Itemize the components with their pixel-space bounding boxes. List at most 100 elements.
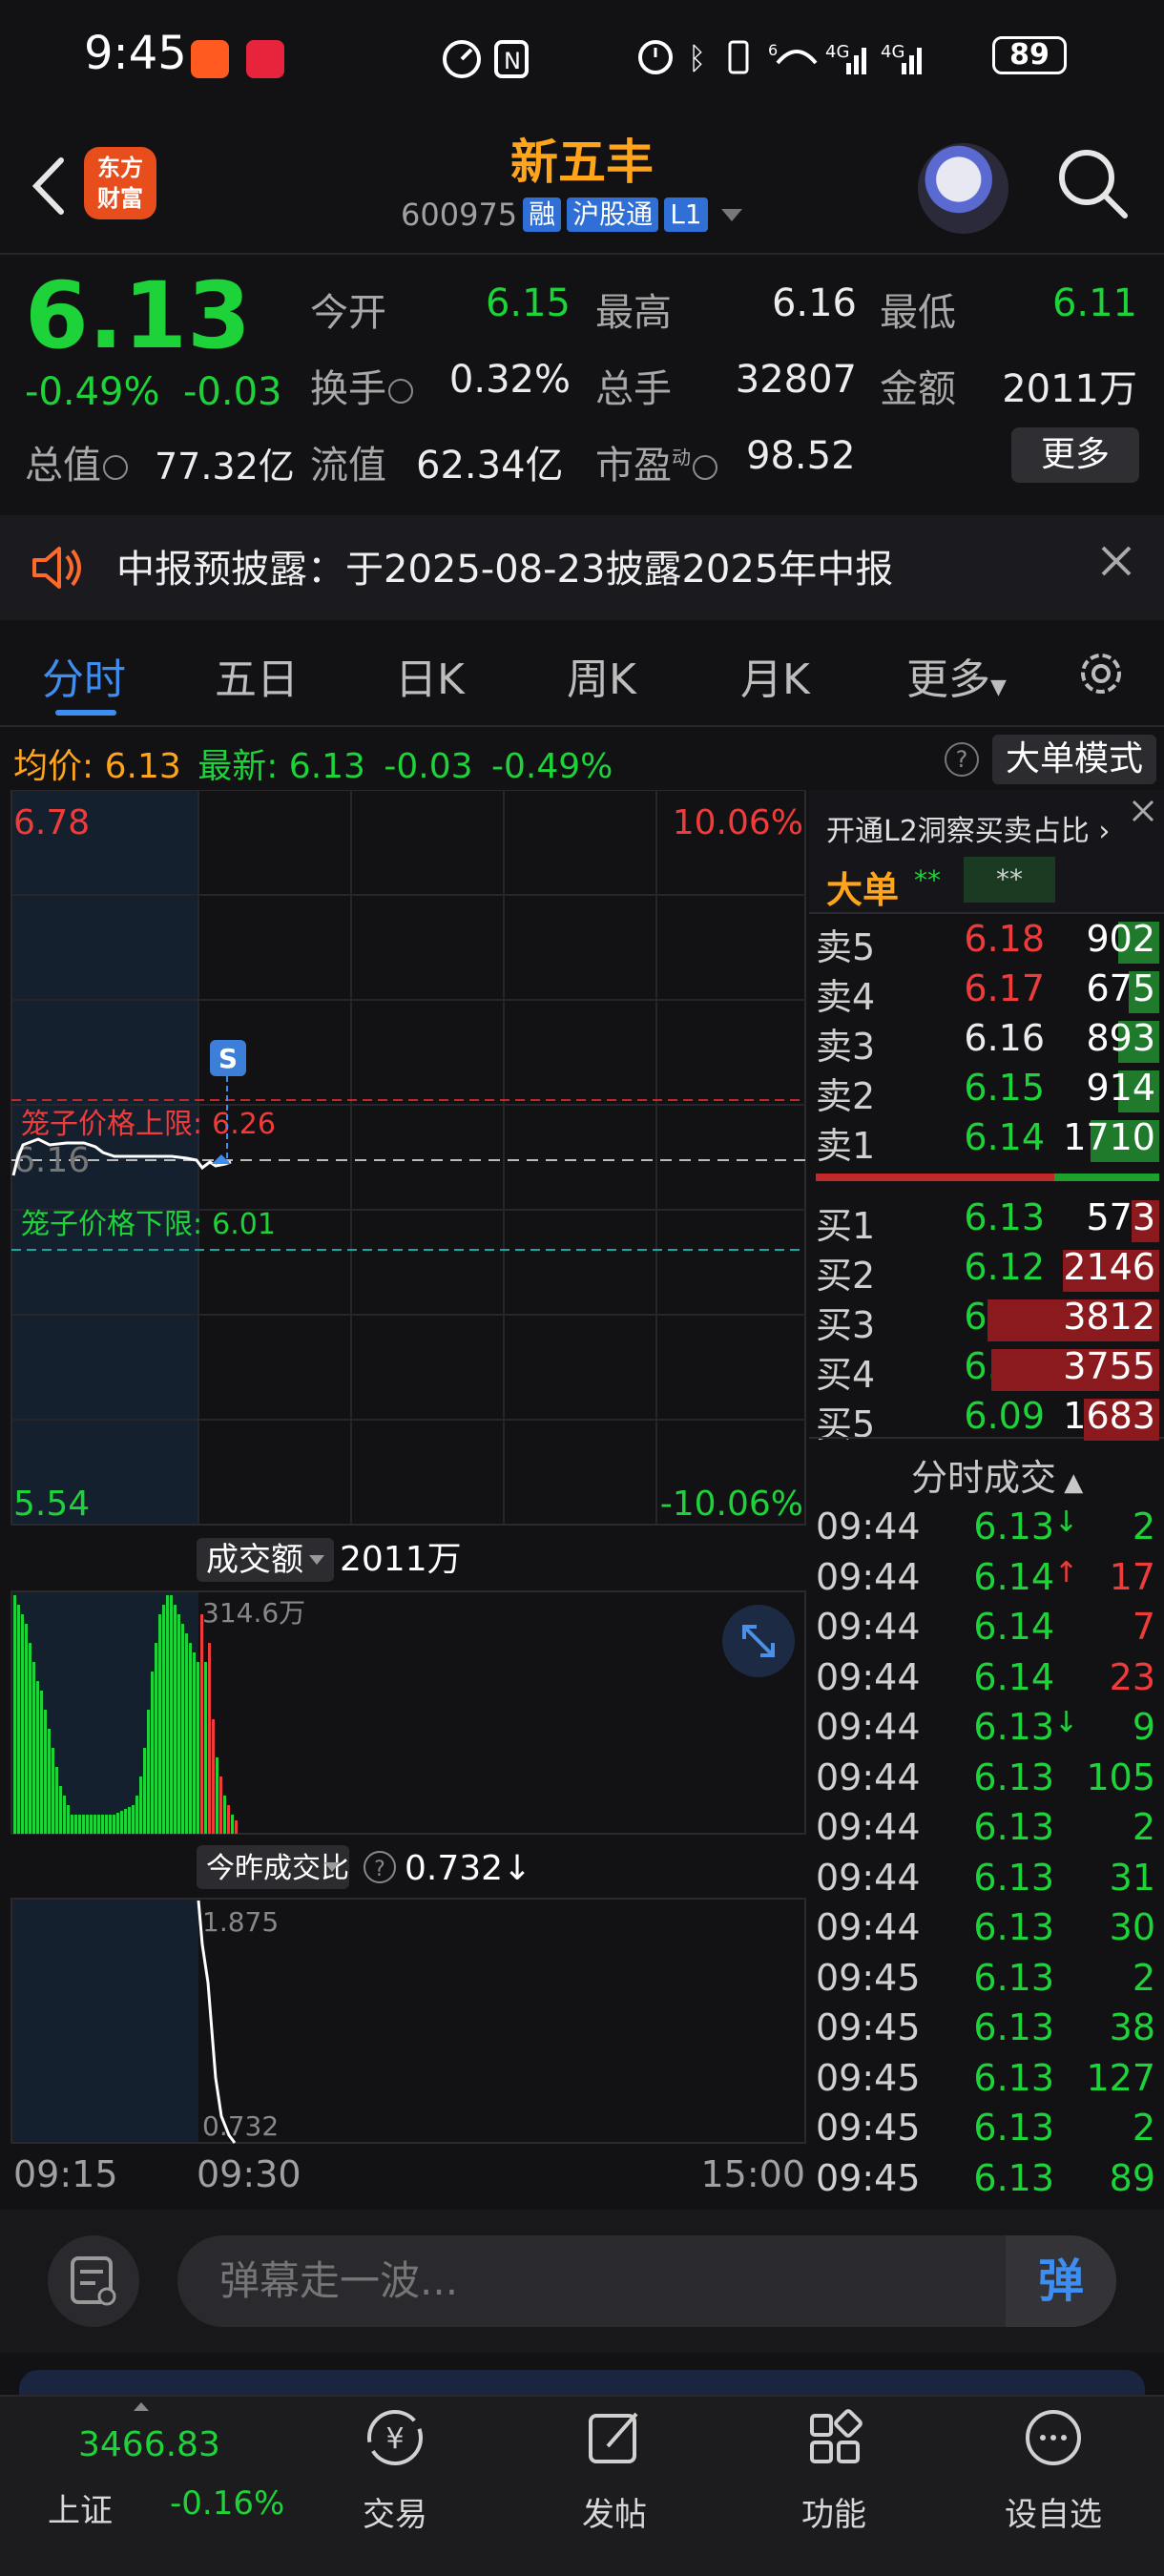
danmaku-input[interactable] bbox=[177, 2235, 1116, 2327]
svg-text:ᛒ: ᛒ bbox=[688, 40, 706, 76]
robot-assistant-avatar[interactable] bbox=[918, 143, 1008, 234]
time-axis-end: 15:00 bbox=[700, 2153, 805, 2195]
ask-level-row[interactable]: 卖3 6.16 893 bbox=[816, 1017, 1159, 1068]
market-cap-label[interactable]: 总值 bbox=[25, 434, 128, 489]
volume-bar bbox=[204, 1662, 207, 1834]
volume-bar bbox=[13, 1595, 16, 1834]
ratio-selector-label: 今昨成交比 bbox=[206, 1852, 349, 1885]
bid-level-row[interactable]: 买1 6.13 573 bbox=[816, 1196, 1159, 1247]
level-price: 6.18 bbox=[964, 918, 1045, 960]
ask-level-row[interactable]: 卖5 6.18 902 bbox=[816, 918, 1159, 968]
trade-time: 09:44 bbox=[816, 1655, 921, 1698]
ask-level-row[interactable]: 卖4 6.17 675 bbox=[816, 967, 1159, 1018]
tab-weekly-k[interactable]: 周K bbox=[567, 645, 636, 706]
gear-icon[interactable] bbox=[1072, 645, 1130, 702]
bid-level-row[interactable]: 买2 6.12 2146 bbox=[816, 1246, 1159, 1297]
svg-text:?: ? bbox=[374, 1858, 385, 1881]
index-name[interactable]: 上证 bbox=[48, 2484, 113, 2531]
volume-selector-label: 成交额 bbox=[206, 1541, 303, 1579]
volume-bar bbox=[181, 1624, 184, 1834]
danmaku-send-button[interactable]: 弹 bbox=[1006, 2235, 1116, 2327]
volume-bar bbox=[109, 1815, 112, 1834]
nav-function[interactable]: 功能 bbox=[748, 2404, 920, 2535]
trades-header[interactable]: 分时成交 ▲ bbox=[911, 1448, 1083, 1501]
app-logo: 东方 财富 bbox=[84, 147, 156, 219]
level-label: 买4 bbox=[816, 1354, 876, 1396]
level-volume: 675 bbox=[1086, 967, 1155, 1009]
svg-text:N: N bbox=[504, 48, 521, 74]
volume-bar bbox=[208, 1643, 211, 1834]
trade-time: 09:44 bbox=[816, 1606, 921, 1648]
close-icon[interactable] bbox=[1126, 794, 1160, 828]
margin-tag: 融 bbox=[523, 197, 562, 232]
volume-bar bbox=[235, 1820, 238, 1834]
volume-value: 32807 bbox=[735, 358, 857, 402]
trade-price: 6.14 bbox=[973, 1655, 1054, 1698]
ratio-pre-shade bbox=[11, 1899, 198, 2143]
trade-time: 09:45 bbox=[816, 1956, 921, 1999]
lower-limit-label: 笼子价格下限: 6.01 bbox=[21, 1208, 276, 1241]
danmaku-settings-button[interactable] bbox=[48, 2235, 139, 2327]
intraday-chart[interactable]: 6.78 10.06% 5.54 -10.06% 笼子价格上限: 6.26 6.1… bbox=[0, 790, 811, 2212]
help-icon[interactable]: ? bbox=[945, 742, 979, 777]
volume-bar bbox=[166, 1595, 169, 1834]
nav-function-label: 功能 bbox=[801, 2496, 866, 2534]
volume-bar bbox=[174, 1605, 177, 1834]
notice-text: 中报预披露：于2025-08-23披露2025年中报 bbox=[116, 548, 894, 592]
level-volume: 902 bbox=[1086, 918, 1155, 960]
nav-watchlist-label: 设自选 bbox=[1005, 2496, 1102, 2534]
speed-nfc-icons: N bbox=[443, 40, 529, 78]
more-quote-button[interactable]: 更多 bbox=[1011, 427, 1139, 483]
big-order-mode-button[interactable]: 大单模式 bbox=[992, 735, 1156, 784]
nav-post[interactable]: 发帖 bbox=[529, 2404, 700, 2535]
tab-daily-k[interactable]: 日K bbox=[395, 645, 465, 706]
trade-price: 6.13 bbox=[973, 1956, 1054, 1999]
level-volume: 893 bbox=[1086, 1017, 1155, 1059]
notification-app-icon-2 bbox=[246, 40, 284, 78]
trade-row: 09:44 6.13 31 bbox=[816, 1857, 1159, 1906]
current-price: 6.13 bbox=[25, 262, 251, 369]
time-axis-start: 09:15 bbox=[13, 2153, 118, 2195]
stock-code-row[interactable]: 600975 融 沪股通 L1 bbox=[401, 196, 742, 234]
pct-axis-bottom: -10.06% bbox=[660, 1485, 803, 1524]
notification-app-icon bbox=[191, 40, 229, 78]
float-cap-value: 62.34亿 bbox=[416, 444, 564, 488]
open-label: 今开 bbox=[310, 291, 386, 335]
volume-bar bbox=[82, 1815, 85, 1834]
chevron-up-icon: ▲ bbox=[1056, 1468, 1084, 1497]
volume-bar bbox=[231, 1815, 234, 1834]
trade-volume: 2 bbox=[1132, 1806, 1155, 1848]
ask-level-row[interactable]: 卖2 6.15 914 bbox=[816, 1067, 1159, 1117]
bid-level-row[interactable]: 买36.113812 bbox=[816, 1296, 1159, 1346]
tab-monthly-k[interactable]: 月K bbox=[740, 645, 810, 706]
level-label: 卖4 bbox=[816, 976, 876, 1018]
index-value[interactable]: 3466.83 bbox=[78, 2425, 220, 2464]
ask-level-row[interactable]: 卖1 6.14 1710 bbox=[816, 1116, 1159, 1167]
turnover-label[interactable]: 换手 bbox=[310, 358, 413, 413]
level-label: 卖3 bbox=[816, 1026, 876, 1068]
tab-five-day[interactable]: 五日 bbox=[215, 645, 299, 706]
trade-time: 09:45 bbox=[816, 2006, 921, 2048]
nav-add-watchlist[interactable]: 设自选 bbox=[967, 2404, 1139, 2535]
trade-time: 09:45 bbox=[816, 2156, 921, 2199]
close-icon[interactable] bbox=[1097, 542, 1135, 580]
bid-level-row[interactable]: 买46.103755 bbox=[816, 1345, 1159, 1396]
market-cap-value: 77.32亿 bbox=[155, 446, 295, 488]
volume-bar bbox=[52, 1748, 54, 1834]
tab-more[interactable]: 更多▼ bbox=[906, 645, 1007, 706]
nav-trade[interactable]: ¥ 交易 bbox=[309, 2404, 481, 2535]
volume-bar bbox=[124, 1809, 127, 1834]
index-change[interactable]: -0.16% bbox=[170, 2484, 284, 2523]
level-volume: 1710 bbox=[1063, 1116, 1155, 1158]
stock-code: 600975 bbox=[401, 197, 518, 233]
volume-bar bbox=[25, 1624, 28, 1834]
tab-intraday[interactable]: 分时 bbox=[42, 645, 126, 706]
back-arrow-icon[interactable] bbox=[27, 153, 74, 219]
l2-promo-link[interactable]: 开通L2洞察买卖占比 › bbox=[826, 807, 1110, 849]
trade-row: 09:44 6.14 7 bbox=[816, 1606, 1159, 1655]
pe-label[interactable]: 市盈动 bbox=[595, 434, 717, 489]
nav-post-label: 发帖 bbox=[582, 2496, 647, 2534]
level-label: 卖5 bbox=[816, 926, 876, 968]
search-icon[interactable] bbox=[1054, 145, 1131, 221]
trade-direction-arrow: ↓ bbox=[1053, 1706, 1078, 1739]
